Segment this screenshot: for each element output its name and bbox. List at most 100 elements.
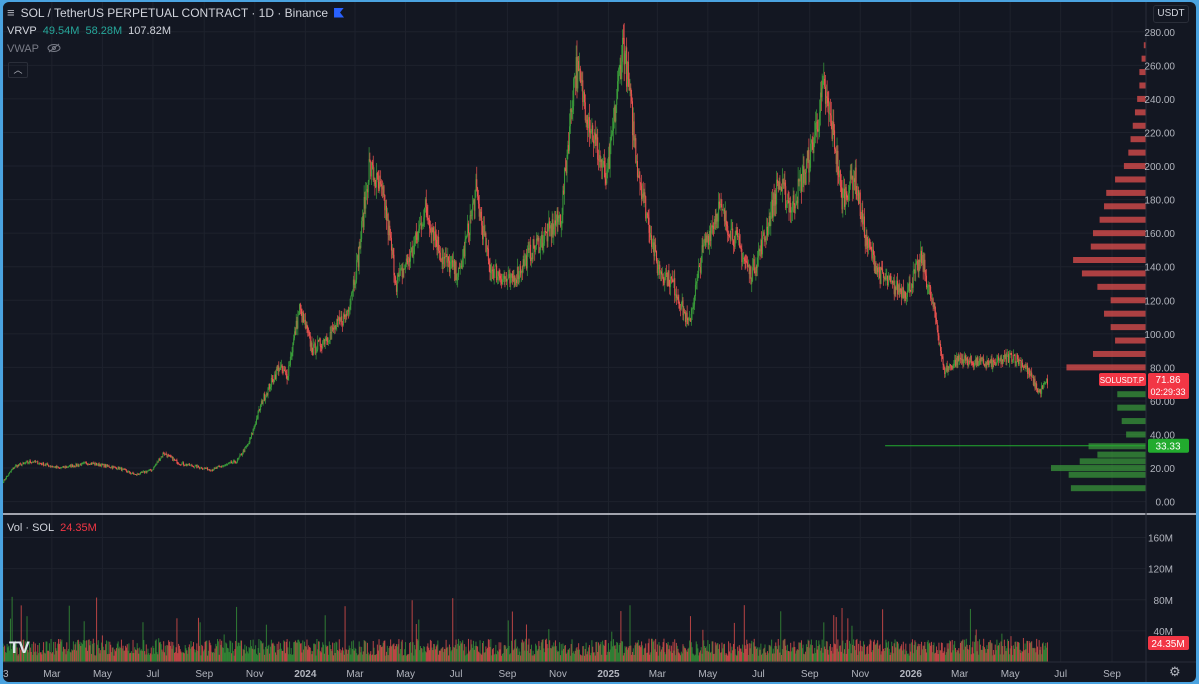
candle-body [730,229,732,240]
candle-body [617,74,619,82]
candle-body [631,93,633,102]
candle-body [746,261,748,263]
volume-tick-label: 120M [1148,565,1173,576]
hamburger-icon[interactable]: ≡ [7,5,15,20]
candle-body [640,183,642,186]
candle-body [426,207,428,216]
candle-body [352,291,354,293]
candle-body [564,168,566,194]
vrvp-legend[interactable]: VRVP 49.54M 58.28M 107.82M [7,25,171,37]
candle-body [770,211,772,226]
candle-body [490,272,492,274]
volume-profile-bar [1070,485,1146,492]
candle-body [636,161,638,178]
candle-body [934,302,936,312]
candle-body [252,428,254,434]
candle-body [315,352,317,354]
vwap-legend[interactable]: VWAP [7,43,61,56]
candle-body [489,264,491,274]
flag-icon[interactable] [334,7,345,18]
candle-body [833,121,835,131]
candle-body [498,271,500,276]
candle-body [354,282,356,285]
chart-canvas[interactable]: 0.0020.0040.0060.0080.00100.00120.00140.… [3,2,1196,682]
candle-body [579,68,581,80]
candle-body [716,213,718,222]
candle-body [9,471,11,473]
candle-body [904,291,906,298]
candle-body [472,203,474,210]
volume-profile-bar [1079,458,1146,465]
candle-body [646,213,648,215]
symbol-title[interactable]: SOL / TetherUS PERPETUAL CONTRACT · 1D ·… [21,6,328,20]
candle-body [744,258,746,262]
volume-legend[interactable]: Vol · SOL 24.35M [7,522,97,534]
candle-body [465,237,467,240]
candle-body [108,465,110,468]
candle-body [572,106,574,111]
tradingview-logo[interactable]: TV [9,638,30,658]
candle-body [592,125,594,141]
candle-body [154,464,156,467]
chevron-up-icon[interactable]: ︿ [8,62,28,78]
candle-body [125,469,127,471]
candle-body [762,235,764,255]
currency-selector[interactable]: USDT [1153,5,1189,23]
volume-profile-bar [1128,149,1146,156]
candle-body [432,227,434,233]
candle-body [1015,362,1017,363]
volume-profile-bar [1117,404,1146,411]
volume-profile-bar [1099,216,1146,223]
candle-body [900,288,902,291]
candle-body [870,247,872,250]
eye-off-icon[interactable] [47,43,61,56]
candle-body [752,267,754,282]
candle-body [560,223,562,227]
candle-body [863,216,865,237]
candle-body [601,159,603,168]
candle-body [998,360,1000,362]
candle-body [942,356,944,365]
price-tick-label: 20.00 [1150,464,1175,475]
candle-body [616,99,618,105]
candle-body [476,179,478,188]
candle-body [414,243,416,245]
candle-body [566,154,568,174]
candle-body [289,365,291,367]
candle-body [880,267,882,284]
candle-body [415,232,417,238]
vwap-label: VWAP [7,43,39,55]
candle-body [291,352,293,357]
candle-body [410,250,412,262]
candle-body [639,177,641,184]
candle-body [1028,367,1030,375]
candle-body [603,161,605,165]
candle-body [562,190,564,215]
vrvp-label: VRVP [7,25,37,37]
candle-body [288,365,290,377]
gear-icon[interactable]: ⚙ [1169,664,1181,680]
candle-body [929,285,931,287]
candle-body [341,316,343,325]
candle-body [201,467,203,469]
candle-body [564,168,566,171]
candle-body [978,365,980,367]
vrvp-down-volume: 58.28M [85,25,123,37]
time-tick-label: Mar [649,669,667,680]
candle-body [977,357,979,366]
candle-body [621,61,623,79]
candle-body [815,122,817,136]
candle-body [67,466,69,468]
candle-body [671,278,673,280]
candle-body [27,461,29,463]
candle-body [458,267,460,277]
candle-body [273,381,275,383]
candle-body [487,248,489,261]
candle-body [594,132,596,135]
candle-body [834,149,836,151]
candle-body [819,112,821,127]
candle-body [692,306,694,309]
candle-body [469,215,471,236]
candle-body [229,462,231,464]
candle-body [1036,383,1038,389]
